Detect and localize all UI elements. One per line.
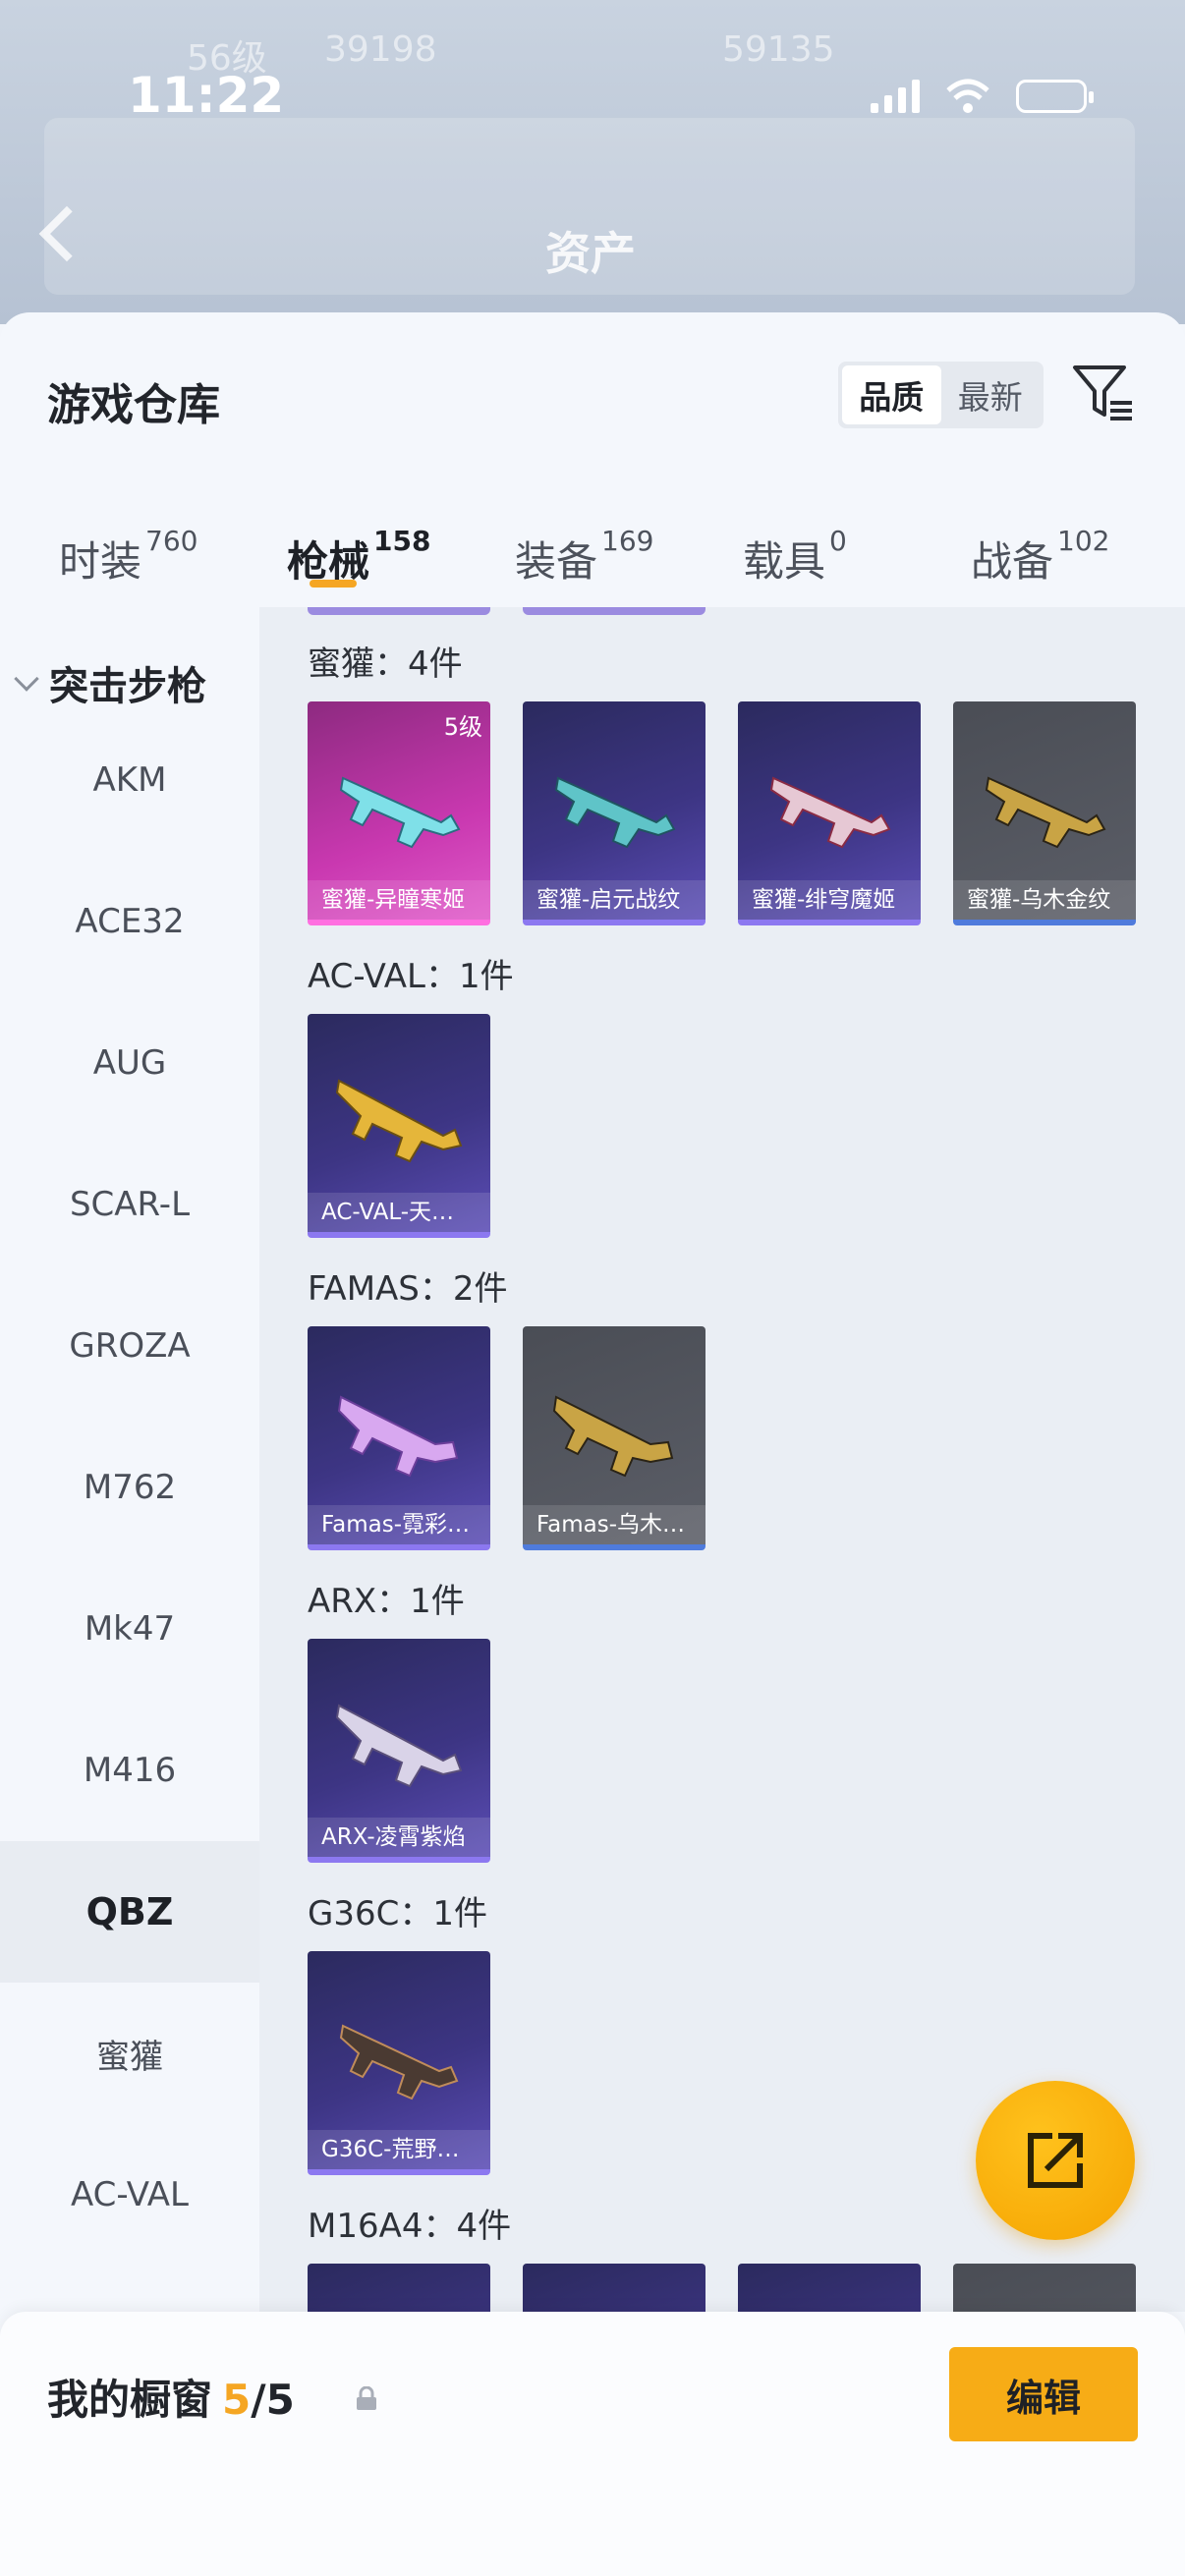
skin-label: 蜜獾-异瞳寒姬 bbox=[308, 880, 490, 920]
sidebar-item-qbz[interactable]: QBZ bbox=[0, 1841, 259, 1983]
rifle-icon bbox=[335, 1079, 463, 1163]
chevron-down-icon bbox=[14, 666, 39, 692]
skin-label: G36C-荒野… bbox=[308, 2130, 490, 2169]
skin-card[interactable]: AC-VAL-天… bbox=[308, 1014, 490, 1238]
sidebar-item-ace32[interactable]: ACE32 bbox=[0, 851, 259, 992]
rifle-icon bbox=[339, 776, 461, 849]
sidebar-item-m416[interactable]: M416 bbox=[0, 1700, 259, 1841]
weapon-sidebar: 突击步枪 AKM ACE32 AUG SCAR-L GROZA M762 Mk4… bbox=[0, 607, 259, 2576]
share-icon bbox=[1028, 2133, 1083, 2188]
status-icons bbox=[871, 79, 1094, 114]
sidebar-item-groza[interactable]: GROZA bbox=[0, 1275, 259, 1417]
ghost-number: 59135 bbox=[722, 29, 835, 70]
skin-card[interactable] bbox=[523, 2264, 705, 2312]
sidebar-item-aug[interactable]: AUG bbox=[0, 992, 259, 1134]
skin-card[interactable]: Famas-霓彩… bbox=[308, 1326, 490, 1550]
skin-card[interactable]: Famas-乌木… bbox=[523, 1326, 705, 1550]
showcase-total: /5 bbox=[251, 2376, 295, 2424]
rifle-icon bbox=[339, 2024, 459, 2100]
showcase-count: 5 bbox=[222, 2376, 252, 2424]
sidebar-item-honey-badger[interactable]: 蜜獾 bbox=[0, 1983, 259, 2124]
skin-label: 蜜獾-乌木金纹 bbox=[953, 880, 1136, 920]
ghost-number: 39198 bbox=[324, 29, 437, 70]
skin-card[interactable] bbox=[953, 2264, 1136, 2312]
showcase-title: 我的橱窗 5/5 bbox=[47, 2376, 295, 2424]
tab-equipment[interactable]: 装备 169 bbox=[515, 525, 653, 588]
skin-card[interactable]: G36C-荒野… bbox=[308, 1951, 490, 2175]
lock-icon bbox=[357, 2386, 376, 2410]
active-tab-indicator bbox=[310, 580, 357, 588]
group-title: FAMAS：2件 bbox=[308, 1269, 508, 1309]
skin-label: ARX-凌霄紫焰 bbox=[308, 1818, 490, 1857]
group-title: M16A4：4件 bbox=[308, 2207, 512, 2246]
battery-icon bbox=[1016, 80, 1094, 113]
skin-label: Famas-乌木… bbox=[523, 1505, 705, 1544]
group-title: ARX：1件 bbox=[308, 1582, 465, 1621]
skin-label: Famas-霓彩… bbox=[308, 1505, 490, 1544]
skin-card[interactable] bbox=[738, 2264, 921, 2312]
card-edge bbox=[523, 607, 705, 615]
skin-label: 蜜獾-启元战纹 bbox=[523, 880, 705, 920]
background-title: 资产 bbox=[545, 227, 636, 280]
edit-button[interactable]: 编辑 bbox=[949, 2347, 1138, 2441]
wifi-icon bbox=[946, 79, 989, 113]
skin-label: 蜜獾-绯穹魔姬 bbox=[738, 880, 921, 920]
tab-vehicles[interactable]: 载具 0 bbox=[743, 525, 847, 588]
rifle-icon bbox=[769, 776, 891, 849]
skin-card[interactable]: 5级 蜜獾-异瞳寒姬 bbox=[308, 701, 490, 925]
skin-card[interactable]: 蜜獾-绯穹魔姬 bbox=[738, 701, 921, 925]
skin-label: AC-VAL-天… bbox=[308, 1193, 490, 1232]
filter-icon[interactable] bbox=[1071, 360, 1136, 424]
skin-grid: 蜜獾：4件 5级 蜜獾-异瞳寒姬 蜜獾-启元战纹 蜜獾-绯穹魔姬 蜜獾-乌木金纹… bbox=[259, 607, 1185, 2312]
rifle-icon bbox=[554, 776, 676, 849]
skin-card[interactable]: ARX-凌霄紫焰 bbox=[308, 1639, 490, 1863]
sidebar-item-mk47[interactable]: Mk47 bbox=[0, 1558, 259, 1700]
showcase-bar: 我的橱窗 5/5 编辑 bbox=[0, 2312, 1185, 2576]
skin-card[interactable]: 蜜獾-启元战纹 bbox=[523, 701, 705, 925]
sidebar-category[interactable]: 突击步枪 bbox=[14, 654, 206, 711]
sort-newest-button[interactable]: 最新 bbox=[941, 365, 1041, 424]
sidebar-item-scar-l[interactable]: SCAR-L bbox=[0, 1134, 259, 1275]
skin-card[interactable] bbox=[308, 2264, 490, 2312]
tab-fashion[interactable]: 时装 760 bbox=[59, 525, 198, 588]
tab-firearms[interactable]: 枪械 158 bbox=[287, 525, 430, 588]
category-tabs: 时装 760 枪械 158 装备 169 载具 0 战备 102 bbox=[0, 499, 1185, 607]
sort-quality-button[interactable]: 品质 bbox=[842, 365, 941, 424]
level-badge: 5级 bbox=[443, 713, 482, 741]
status-time: 11:22 bbox=[128, 67, 285, 124]
rifle-icon bbox=[985, 776, 1106, 849]
background-page-header: 56级 39198 59135 11:22 资产 bbox=[0, 0, 1185, 324]
group-title: G36C：1件 bbox=[308, 1894, 487, 1933]
skin-card[interactable]: 蜜獾-乌木金纹 bbox=[953, 701, 1136, 925]
group-title: AC-VAL：1件 bbox=[308, 957, 514, 996]
sidebar-item-ac-val[interactable]: AC-VAL bbox=[0, 2124, 259, 2266]
group-title: 蜜獾：4件 bbox=[308, 644, 463, 684]
sort-toggle: 品质 最新 bbox=[838, 362, 1044, 428]
signal-icon bbox=[871, 80, 920, 113]
rifle-icon bbox=[552, 1395, 674, 1478]
rifle-icon bbox=[335, 1704, 463, 1788]
warehouse-sheet: 游戏仓库 品质 最新 时装 760 枪械 158 装备 169 载具 0 战备 102 突… bbox=[0, 312, 1185, 2576]
card-edge bbox=[308, 607, 490, 615]
sidebar-item-m762[interactable]: M762 bbox=[0, 1417, 259, 1558]
sidebar-item-akm[interactable]: AKM bbox=[0, 709, 259, 851]
share-button[interactable] bbox=[976, 2081, 1135, 2240]
sheet-title: 游戏仓库 bbox=[47, 380, 220, 430]
rifle-icon bbox=[337, 1395, 459, 1478]
tab-supplies[interactable]: 战备 102 bbox=[971, 525, 1109, 588]
